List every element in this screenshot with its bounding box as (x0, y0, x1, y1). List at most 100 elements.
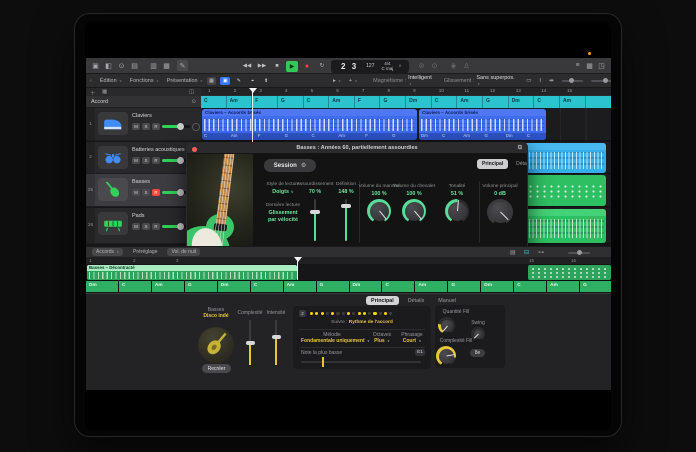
regions-view-button[interactable]: ▣ (220, 77, 230, 85)
mute-button[interactable]: M (132, 189, 140, 196)
chord-cell[interactable]: C (534, 96, 560, 108)
close-icon[interactable] (192, 147, 197, 152)
chord-cell[interactable]: C (514, 281, 546, 292)
pencil-tool-icon[interactable]: ✎ (234, 77, 244, 85)
horizontal-zoom-slider[interactable] (591, 80, 611, 82)
lcd-display[interactable]: 2 3 127 4/4C maj ∨ (331, 60, 409, 73)
editor-zoom-slider[interactable] (568, 252, 590, 254)
record-enable-button[interactable]: R (152, 123, 160, 130)
chord-cell[interactable]: G (448, 281, 480, 292)
chord-cell[interactable]: Am (560, 96, 586, 108)
tab-details[interactable]: Détails (403, 296, 429, 305)
pattern-dot[interactable] (315, 312, 318, 315)
pattern-dot[interactable] (358, 312, 361, 315)
follow-value[interactable]: Rythme de l'accord (349, 320, 393, 325)
text-cursor-icon[interactable]: I (539, 78, 541, 84)
follow-row[interactable]: Suivre : Rythme de l'accord (293, 320, 431, 325)
pattern-dot[interactable] (326, 312, 329, 315)
toolbar-display-icon[interactable]: ▤ (129, 60, 140, 71)
pattern-dot[interactable] (342, 312, 345, 315)
chord-cell[interactable]: G (580, 281, 611, 292)
region-claviers-1[interactable]: Claviers – Accords brisés CAmFGCAmFG (202, 109, 417, 140)
editors-icon[interactable]: ✎ (177, 60, 188, 71)
grid-icon[interactable]: ▤ (510, 249, 516, 256)
chord-cell[interactable]: C (119, 281, 151, 292)
metronome-icon[interactable]: ⋕ (448, 60, 459, 71)
chord-cell[interactable]: Dm (509, 96, 535, 108)
chord-cell[interactable]: Am (284, 281, 316, 292)
solo-button[interactable]: S (142, 157, 150, 164)
pattern-dot[interactable] (352, 312, 355, 315)
playhead[interactable] (252, 88, 253, 142)
chord-cell[interactable]: Am (457, 96, 483, 108)
pattern-dot[interactable] (379, 312, 382, 315)
chevron-down-icon[interactable]: ∨ (398, 63, 401, 69)
plugin-title-bar[interactable]: Basses : Années 60, partiellement assour… (187, 143, 527, 154)
region-claviers-2[interactable]: Claviers – Accords brisés DmCAmGDmC (419, 109, 546, 140)
menu-presentation[interactable]: Présentation ∨ (167, 78, 203, 84)
note-pads-icon[interactable]: ▦ (584, 60, 595, 71)
melody-value[interactable]: Fondamentale uniquement ∨ (301, 338, 363, 344)
pattern-dot[interactable] (310, 312, 313, 315)
neck-volume-knob[interactable] (367, 199, 391, 223)
chord-cell[interactable]: Dm (350, 281, 382, 292)
editor-chord-strip[interactable]: DmCAmGDmCAmGDmCAmGDmCAmG (86, 280, 611, 292)
chord-cell[interactable]: F (252, 96, 278, 108)
pattern-dot[interactable] (389, 312, 392, 315)
tab-details[interactable]: Détails (511, 159, 528, 169)
link-icon[interactable]: ⧉ (518, 145, 522, 152)
pan-knob[interactable] (192, 123, 200, 131)
chord-cell[interactable]: Am (329, 96, 355, 108)
menu-edition[interactable]: Édition ∨ (100, 78, 122, 84)
track-grid-icon[interactable]: ▦ (102, 89, 107, 95)
pattern-dot[interactable] (331, 312, 334, 315)
chord-cell[interactable]: Am (547, 281, 579, 292)
pattern-dot[interactable] (363, 312, 366, 315)
swing-unit-button[interactable]: 8e (470, 349, 485, 357)
menu-fonctions[interactable]: Fonctions ∨ (130, 78, 159, 84)
chord-cell[interactable]: Am (415, 281, 447, 292)
track-zoom-icon[interactable]: ◫ (189, 89, 194, 95)
chord-cell[interactable]: C (432, 96, 458, 108)
pattern-dot[interactable] (373, 312, 376, 315)
bass-player-icon[interactable] (198, 327, 234, 363)
pattern-dot[interactable] (368, 312, 371, 315)
chord-cell[interactable]: Dm (86, 281, 118, 292)
rewind-button[interactable]: ◀◀ (241, 61, 253, 72)
solo-button[interactable]: S (142, 223, 150, 230)
record-enable-button[interactable]: R (152, 157, 160, 164)
complexity-slider[interactable] (249, 320, 251, 365)
chord-cell[interactable]: G (380, 96, 406, 108)
mixer-icon[interactable]: ▦ (161, 60, 172, 71)
muting-slider[interactable] (314, 199, 316, 241)
pattern-dot[interactable] (347, 312, 350, 315)
stop-button[interactable]: ■ (271, 61, 283, 72)
chord-cell[interactable]: C (382, 281, 414, 292)
chord-cell[interactable]: F (355, 96, 381, 108)
chord-cell[interactable]: Dm (406, 96, 432, 108)
chord-cell[interactable]: C (251, 281, 283, 292)
editor-region-lane[interactable]: Basses – Décontracté (86, 265, 611, 280)
phrasing-value[interactable]: Court ∨ (397, 338, 427, 344)
crosshair-tool-icon[interactable]: ⌖ (248, 77, 258, 85)
track-row-batteries[interactable]: 2 Batteries acoustiques M S R (86, 142, 201, 174)
collaboration-icon[interactable]: ♙ (461, 60, 472, 71)
bridge-volume-knob[interactable] (402, 199, 426, 223)
record-enable-button[interactable]: R (152, 189, 160, 196)
chord-cell[interactable]: G (278, 96, 304, 108)
track-row-basses[interactable]: 25 Basses M S R (86, 174, 201, 207)
magnetism-value[interactable]: Intelligent ∨ (408, 75, 436, 87)
fill-complexity-knob[interactable] (436, 346, 456, 366)
play-button[interactable]: ▶ (286, 61, 298, 72)
solo-button[interactable]: S (142, 123, 150, 130)
pattern-dot[interactable] (336, 312, 339, 315)
chord-cell[interactable]: C (201, 96, 227, 108)
tab-principal[interactable]: Principal (366, 296, 399, 305)
browser-icon[interactable]: ◳ (596, 60, 607, 71)
pattern-number-chip[interactable]: 2 (299, 310, 306, 317)
editor-ruler[interactable]: 1 2 3 15 16 (86, 257, 611, 265)
editor-region-right[interactable] (528, 265, 611, 280)
mute-button[interactable]: M (132, 157, 140, 164)
pattern-dot[interactable] (384, 312, 387, 315)
chord-cell[interactable]: Dm (481, 281, 513, 292)
